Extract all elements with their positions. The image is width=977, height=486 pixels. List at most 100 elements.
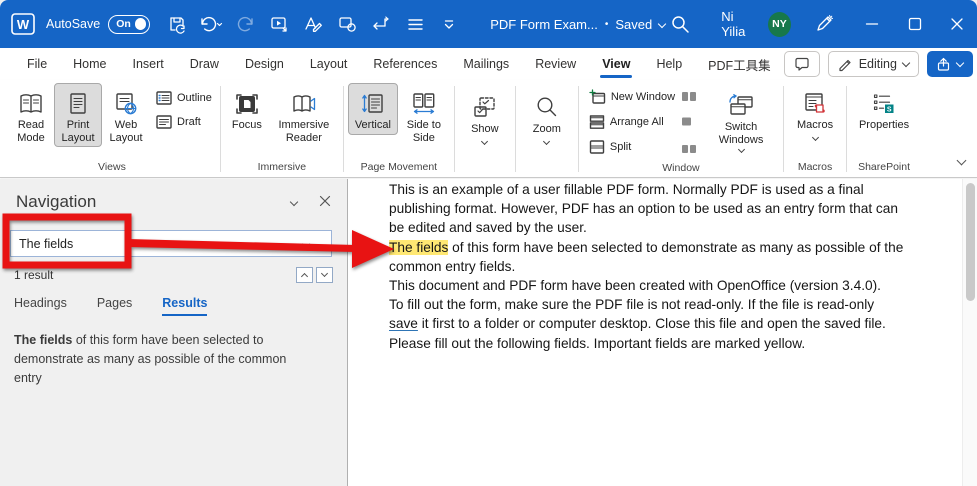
group-label-views: Views xyxy=(8,160,216,177)
tab-insert[interactable]: Insert xyxy=(120,48,177,80)
print-layout-label: Print Layout xyxy=(57,119,99,144)
tab-home[interactable]: Home xyxy=(60,48,119,80)
comments-button[interactable] xyxy=(784,51,820,77)
word-app-icon[interactable]: W xyxy=(10,11,36,37)
tab-file[interactable]: File xyxy=(14,48,60,80)
web-layout-button[interactable]: Web Layout xyxy=(102,83,150,147)
focus-button[interactable]: Focus xyxy=(225,83,269,135)
line-spacing-icon[interactable] xyxy=(400,9,430,39)
share-button[interactable] xyxy=(927,51,973,77)
group-separator xyxy=(783,86,784,172)
result-row: 1 result xyxy=(14,267,333,283)
show-dropdown-button[interactable]: Show xyxy=(459,87,511,147)
editing-label: Editing xyxy=(859,57,897,71)
group-label-empty xyxy=(520,172,574,177)
group-show: Show xyxy=(459,83,511,177)
search-options-chevron-icon[interactable] xyxy=(302,239,310,247)
search-icon[interactable] xyxy=(665,9,695,39)
properties-icon: S xyxy=(871,89,897,119)
customize-qat-icon[interactable] xyxy=(434,9,464,39)
switch-windows-button[interactable]: Switch Windows xyxy=(703,85,779,155)
vertical-scrollbar[interactable] xyxy=(962,179,977,486)
arrange-all-button[interactable]: Arrange All xyxy=(589,114,675,130)
reset-window-position-icon[interactable] xyxy=(681,142,697,161)
outline-button[interactable]: Outline xyxy=(156,90,212,106)
tab-headings[interactable]: Headings xyxy=(14,296,67,316)
synchronous-scrolling-icon[interactable] xyxy=(681,116,697,135)
macros-button[interactable]: Macros xyxy=(788,83,842,143)
tab-design[interactable]: Design xyxy=(232,48,297,80)
group-label-window: Window xyxy=(583,161,779,178)
group-views: Read Mode Print Layout Web Layout Outlin… xyxy=(8,83,216,177)
tab-pages[interactable]: Pages xyxy=(97,296,132,316)
view-side-by-side-icon[interactable] xyxy=(681,90,697,109)
pencil-icon xyxy=(838,57,853,72)
zoom-dropdown-button[interactable]: Zoom xyxy=(520,87,574,147)
paragraph-4: To fill out the form, make sure the PDF … xyxy=(389,295,962,333)
wrap-text-icon[interactable] xyxy=(366,9,396,39)
tab-review[interactable]: Review xyxy=(522,48,589,80)
navigation-pane: Navigation 1 result xyxy=(0,179,348,486)
group-separator xyxy=(343,86,344,172)
minimize-button[interactable] xyxy=(851,0,893,48)
maximize-button[interactable] xyxy=(893,0,935,48)
user-name[interactable]: Ni Yilia xyxy=(721,9,758,39)
print-layout-button[interactable]: Print Layout xyxy=(54,83,102,147)
navigation-tabs: Headings Pages Results xyxy=(14,296,207,316)
immersive-reader-icon xyxy=(291,89,317,119)
read-aloud-icon[interactable] xyxy=(264,9,294,39)
highlighted-search-match: The fields xyxy=(389,240,448,255)
navigation-close-icon[interactable] xyxy=(319,195,331,209)
read-mode-button[interactable]: Read Mode xyxy=(8,83,54,147)
immersive-reader-button[interactable]: Immersive Reader xyxy=(269,83,339,147)
pen-sparkle-icon[interactable] xyxy=(809,9,839,39)
tab-references[interactable]: References xyxy=(360,48,450,80)
collapse-ribbon-icon[interactable] xyxy=(958,151,965,169)
scrollbar-thumb[interactable] xyxy=(966,183,975,301)
tab-draw[interactable]: Draw xyxy=(177,48,232,80)
tab-view[interactable]: View xyxy=(589,48,643,80)
share-icon xyxy=(936,57,951,72)
vertical-icon xyxy=(360,89,386,119)
side-to-side-button[interactable]: Side to Side xyxy=(398,83,450,147)
search-input[interactable] xyxy=(19,237,303,251)
new-window-button[interactable]: New Window xyxy=(589,89,675,105)
editor-icon[interactable] xyxy=(298,9,328,39)
editing-mode-button[interactable]: Editing xyxy=(828,51,919,77)
tab-help[interactable]: Help xyxy=(643,48,695,80)
undo-button[interactable] xyxy=(196,9,226,39)
document-canvas[interactable]: This is an example of a user fillable PD… xyxy=(348,179,962,486)
next-result-button[interactable] xyxy=(316,267,333,283)
save-icon[interactable] xyxy=(162,9,192,39)
redo-button[interactable] xyxy=(230,9,260,39)
chevron-down-icon xyxy=(812,133,819,140)
switch-windows-icon xyxy=(727,91,755,121)
document-title-cluster[interactable]: PDF Form Exam... • Saved xyxy=(490,17,665,32)
split-button[interactable]: Split xyxy=(589,139,675,155)
ribbon-view-tab-content: Read Mode Print Layout Web Layout Outlin… xyxy=(0,80,977,178)
tab-mailings[interactable]: Mailings xyxy=(450,48,522,80)
previous-result-button[interactable] xyxy=(296,267,313,283)
paragraph-5: Please fill out the following fields. Im… xyxy=(389,334,962,353)
search-result-item[interactable]: The fields of this form have been select… xyxy=(14,331,314,388)
autosave-toggle[interactable]: On xyxy=(108,15,150,34)
chevron-down-icon xyxy=(481,137,488,144)
vertical-button[interactable]: Vertical xyxy=(348,83,398,135)
tab-layout[interactable]: Layout xyxy=(297,48,361,80)
result-match-text: The fields xyxy=(14,333,72,347)
navigation-pane-options-icon[interactable] xyxy=(290,198,298,206)
draft-button[interactable]: Draft xyxy=(156,114,212,130)
navigation-title: Navigation xyxy=(16,192,96,212)
navigation-search-box[interactable] xyxy=(10,230,332,257)
group-label-empty xyxy=(459,172,511,177)
select-objects-icon[interactable] xyxy=(332,9,362,39)
properties-button[interactable]: S Properties xyxy=(851,83,917,135)
outline-label: Outline xyxy=(177,92,212,104)
tab-pdf-tools[interactable]: PDF工具集 xyxy=(695,48,784,80)
macros-label: Macros xyxy=(797,119,833,132)
avatar[interactable]: NY xyxy=(768,12,791,37)
tab-results[interactable]: Results xyxy=(162,296,207,316)
group-label-immersive: Immersive xyxy=(225,160,339,177)
zoom-label: Zoom xyxy=(533,123,561,136)
close-button[interactable] xyxy=(936,0,977,48)
